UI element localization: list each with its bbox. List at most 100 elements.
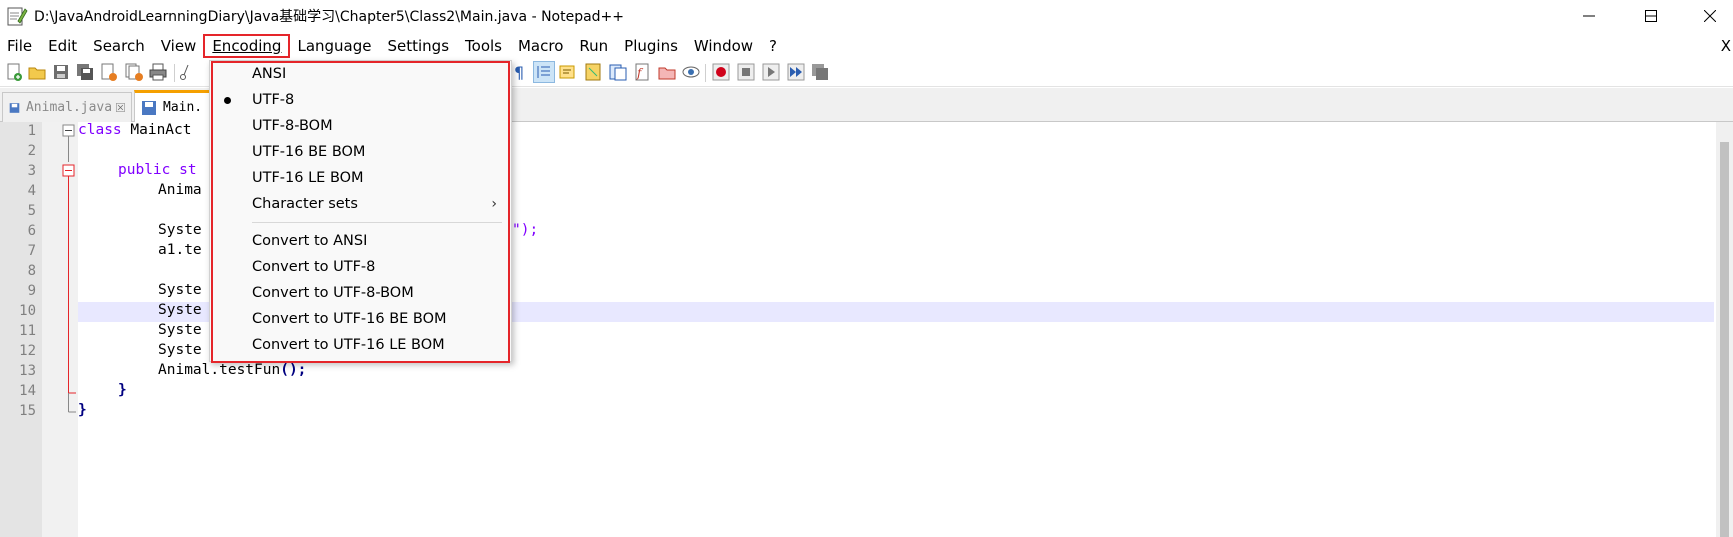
user-defined-language-icon[interactable] (558, 62, 578, 82)
code-line-12: Syste (158, 342, 202, 358)
stop-macro-icon[interactable] (736, 62, 756, 82)
saved-file-icon (142, 100, 156, 115)
menu-tools[interactable]: Tools (457, 35, 510, 57)
menu-help[interactable]: ? (761, 35, 785, 57)
close-all-icon[interactable] (124, 62, 144, 82)
code-line-4: Anima (158, 182, 202, 198)
menu-item-label: Character sets (252, 196, 358, 212)
menu-item-ansi[interactable]: ANSI (210, 61, 511, 87)
menu-item-label: UTF-8-BOM (252, 118, 333, 134)
menu-item-label: Convert to UTF-16 LE BOM (252, 337, 445, 353)
encoding-dropdown-menu: ANSI UTF-8 UTF-8-BOM UTF-16 BE BOM UTF-1… (209, 60, 512, 362)
function-list-icon[interactable]: f (632, 62, 652, 82)
title-bar: D:\JavaAndroidLearnningDiary\Java基础学习\Ch… (0, 0, 1733, 32)
fold-markers (62, 124, 76, 413)
record-macro-icon[interactable] (711, 62, 731, 82)
line-number: 8 (27, 263, 36, 279)
close-icon (1704, 10, 1716, 22)
code-text: MainAct (121, 122, 192, 138)
code-text: Animal.testFun (158, 362, 281, 378)
code-line-3: public st (118, 162, 197, 178)
line-number: 7 (27, 243, 36, 259)
menu-item-label: UTF-16 BE BOM (252, 144, 366, 160)
scrollbar-thumb[interactable] (1720, 142, 1729, 537)
run-macro-multiple-icon[interactable] (786, 62, 806, 82)
save-all-icon[interactable] (75, 62, 95, 82)
menu-macro[interactable]: Macro (510, 35, 571, 57)
operator: (); (280, 362, 307, 378)
minimize-button-visible[interactable] (1566, 0, 1612, 32)
menu-encoding[interactable]: Encoding (203, 34, 291, 58)
close-button[interactable] (1687, 0, 1733, 32)
menu-search[interactable]: Search (85, 35, 153, 57)
menu-plugins[interactable]: Plugins (616, 35, 686, 57)
new-file-icon[interactable] (4, 62, 24, 82)
close-file-icon[interactable] (99, 62, 119, 82)
tab-label: Animal.java (25, 100, 113, 115)
tab-animal-java[interactable]: Animal.java (2, 92, 132, 122)
code-line-6: Syste (158, 222, 202, 238)
menu-item-character-sets[interactable]: Character sets › (210, 191, 511, 217)
monitoring-eye-icon[interactable] (681, 62, 701, 82)
menu-item-label: Convert to ANSI (252, 233, 368, 249)
line-number: 4 (27, 183, 36, 199)
menu-file[interactable]: File (0, 35, 40, 57)
svg-text:¶: ¶ (514, 63, 524, 82)
menu-item-convert-ansi[interactable]: Convert to ANSI (210, 228, 511, 254)
line-number: 13 (19, 363, 36, 379)
document-map-icon[interactable] (583, 62, 603, 82)
cut-icon[interactable] (179, 62, 189, 82)
menu-settings[interactable]: Settings (380, 35, 458, 57)
line-number: 10 (19, 303, 36, 319)
code-line-15: } (78, 402, 87, 418)
code-line-6-tail: "); (512, 222, 539, 238)
save-icon[interactable] (51, 62, 71, 82)
menu-item-convert-utf8[interactable]: Convert to UTF-8 (210, 254, 511, 280)
print-icon[interactable] (148, 62, 168, 82)
menu-item-convert-utf8-bom[interactable]: Convert to UTF-8-BOM (210, 280, 511, 306)
menu-run[interactable]: Run (571, 35, 616, 57)
close-document-button[interactable]: X (1721, 35, 1731, 57)
minimize-icon (1583, 15, 1595, 17)
menu-window[interactable]: Window (686, 35, 761, 57)
open-file-icon[interactable] (27, 62, 47, 82)
show-all-characters-icon[interactable]: ¶ (509, 62, 529, 82)
line-number: 6 (27, 223, 36, 239)
toolbar-separator (174, 64, 175, 82)
menu-view[interactable]: View (153, 35, 205, 57)
keyword: class (78, 122, 122, 138)
tab-label: Main. (163, 100, 203, 115)
menu-language[interactable]: Language (289, 35, 379, 57)
line-number: 9 (27, 283, 36, 299)
menu-item-label: UTF-8 (252, 92, 295, 108)
code-line-1: class MainAct (78, 122, 192, 138)
code-line-14: } (118, 382, 127, 398)
line-number: 1 (27, 123, 36, 139)
selected-bullet-icon (224, 97, 231, 104)
document-list-icon[interactable] (608, 62, 628, 82)
menu-item-utf16-be-bom[interactable]: UTF-16 BE BOM (210, 139, 511, 165)
submenu-arrow-icon: › (491, 196, 497, 212)
menu-item-utf16-le-bom[interactable]: UTF-16 LE BOM (210, 165, 511, 191)
menu-item-utf8[interactable]: UTF-8 (210, 87, 511, 113)
tab-close-icon[interactable] (116, 101, 125, 114)
line-number-gutter: 1 2 3 4 5 6 7 8 9 10 11 12 13 14 15 (0, 122, 42, 537)
save-macro-icon[interactable] (810, 62, 830, 82)
folder-as-workspace-icon[interactable] (657, 62, 677, 82)
play-macro-icon[interactable] (761, 62, 781, 82)
code-line-9: Syste (158, 282, 202, 298)
line-number: 12 (19, 343, 36, 359)
indent-guide-icon[interactable] (533, 61, 555, 83)
menu-item-utf8-bom[interactable]: UTF-8-BOM (210, 113, 511, 139)
menu-edit[interactable]: Edit (40, 35, 85, 57)
maximize-button[interactable] (1628, 0, 1674, 32)
code-line-13: Animal.testFun(); (158, 362, 306, 378)
maximize-icon (1645, 10, 1657, 22)
vertical-scrollbar[interactable] (1716, 122, 1733, 537)
menu-item-label: UTF-16 LE BOM (252, 170, 364, 186)
line-number: 14 (19, 383, 36, 399)
menu-item-label: Convert to UTF-16 BE BOM (252, 311, 447, 327)
menu-item-convert-utf16-be-bom[interactable]: Convert to UTF-16 BE BOM (210, 306, 511, 332)
menu-item-convert-utf16-le-bom[interactable]: Convert to UTF-16 LE BOM (210, 332, 511, 358)
line-number: 2 (27, 143, 36, 159)
